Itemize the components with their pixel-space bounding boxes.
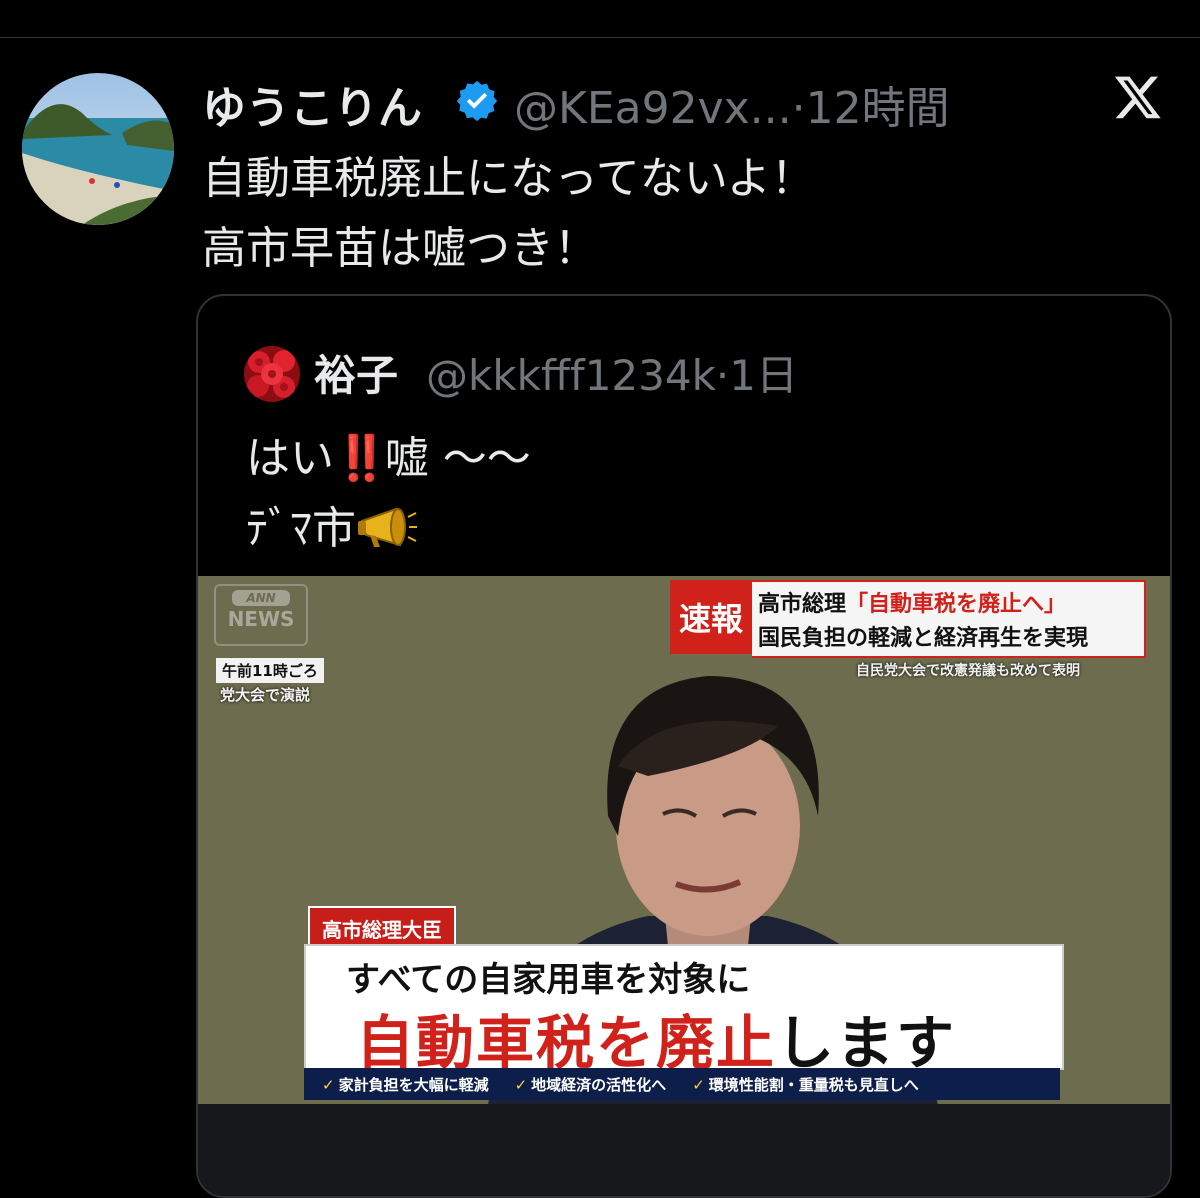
time-sublabel: 党大会で演説 <box>220 686 311 704</box>
ticker-item: ✓ 地域経済の活性化へ <box>515 1074 667 1095</box>
breaking-news-badge: 速報 <box>670 580 752 654</box>
quoted-text-line-1: はい‼️嘘 〜〜 <box>246 422 531 486</box>
caption-line-1: すべての自家用車を対象に <box>346 960 751 1000</box>
time-label: 午前11時ごろ <box>216 658 324 683</box>
quoted-text-part: はい <box>246 433 334 484</box>
headline-line-1: 高市総理「自動車税を廃止へ」 <box>758 586 1066 618</box>
quoted-display-name[interactable]: 裕子 <box>314 342 398 403</box>
ticker-item-text: 環境性能割・重量税も見直しへ <box>708 1075 919 1094</box>
logo-text-bottom: NEWS <box>227 607 295 631</box>
ticker-item-text: 地域経済の活性化へ <box>531 1075 667 1094</box>
headline-quote: 「自動車税を廃止へ」 <box>846 592 1067 617</box>
ticker-item-text: 家計負担を大幅に軽減 <box>338 1075 489 1094</box>
tweet-text-line-2: 高市早苗は嘘つき！ <box>202 223 598 274</box>
double-exclamation-emoji: ‼️ <box>334 433 389 484</box>
ticker-item: ✓ 家計負担を大幅に軽減 <box>322 1074 489 1095</box>
media-footer <box>198 1104 1170 1196</box>
logo-text-top: ANN <box>232 590 290 606</box>
quoted-text-line-2: ﾃﾞﾏ市 <box>246 492 418 556</box>
handle-and-time[interactable]: @KEa92vx...·12時間 <box>514 72 950 136</box>
display-name[interactable]: ゆうこりん <box>202 72 422 136</box>
avatar[interactable] <box>22 73 174 225</box>
quoted-avatar[interactable] <box>244 346 300 402</box>
quoted-text-part: 嘘 〜〜 <box>384 433 531 484</box>
caption-red-part: 自動車税を廃止 <box>356 1009 777 1077</box>
ann-news-logo: ANN NEWS <box>214 584 308 646</box>
check-icon: ✓ <box>514 1075 528 1094</box>
news-image[interactable]: ANN NEWS 午前11時ごろ 党大会で演説 速報 高市総理「自動車税を廃止へ… <box>198 576 1170 1104</box>
x-logo-icon <box>1114 76 1161 119</box>
caption-black-part: します <box>776 1009 957 1077</box>
news-caption: すべての自家用車を対象に 自動車税を廃止します <box>304 944 1064 1077</box>
headline-part: 高市総理 <box>758 592 847 617</box>
check-icon: ✓ <box>322 1075 335 1094</box>
quoted-handle-and-time[interactable]: @kkkfff1234k·1日 <box>426 342 798 403</box>
top-divider <box>0 37 1200 38</box>
megaphone-icon <box>358 507 417 547</box>
news-ticker: ✓ 家計負担を大幅に軽減 ✓ 地域経済の活性化へ ✓ 環境性能割・重量税も見直しへ <box>304 1068 1060 1100</box>
ticker-item: ✓ 環境性能割・重量税も見直しへ <box>692 1074 919 1095</box>
quoted-tweet-card[interactable]: 裕子 @kkkfff1234k·1日 はい‼️嘘 〜〜 ﾃﾞﾏ市 ANN NEW… <box>196 294 1172 1198</box>
quoted-text-part: ﾃﾞﾏ市 <box>246 503 356 554</box>
tweet-text-line-1: 自動車税廃止になってないよ！ <box>202 153 815 204</box>
check-icon: ✓ <box>692 1075 705 1094</box>
verified-badge-icon <box>456 80 498 122</box>
